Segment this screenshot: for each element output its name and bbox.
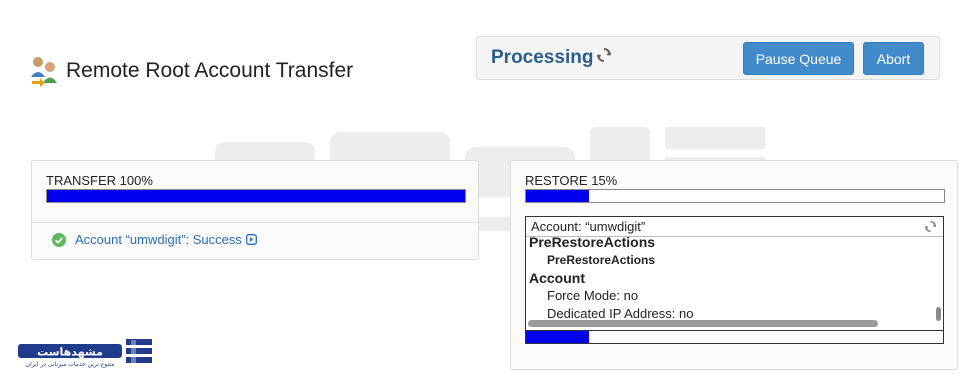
transfer-heading: TRANSFER 100% (46, 173, 153, 188)
log-progress-fill (526, 331, 589, 343)
account-transfer-icon (31, 57, 57, 87)
log-line: PreRestoreActions (547, 253, 656, 267)
page-title: Remote Root Account Transfer (66, 59, 354, 82)
abort-button[interactable]: Abort (863, 42, 924, 75)
transfer-progress-bar (46, 189, 466, 203)
horizontal-scrollbar[interactable] (528, 320, 878, 327)
log-spinner-icon (924, 220, 937, 233)
restore-log-box[interactable]: PreRestoreActions PreRestoreActions Acco… (525, 216, 944, 344)
pause-queue-button[interactable]: Pause Queue (743, 42, 854, 75)
open-details-icon[interactable] (245, 234, 257, 245)
restore-panel: RESTORE 15% PreRestoreActions PreRestore… (510, 160, 958, 370)
svg-text:مشهدهاست: مشهدهاست (37, 346, 103, 359)
transfer-status-link[interactable]: Account “umwdigit”: Success (75, 232, 242, 247)
brand-logo: مشهدهاست متنوع ترین خدمات میزبانی در ایر… (18, 339, 152, 368)
vertical-scrollbar[interactable] (936, 307, 941, 321)
success-check-icon (52, 232, 66, 247)
processing-label: Processing (491, 47, 594, 68)
page-header: Remote Root Account Transfer (30, 55, 353, 87)
restore-progress-fill (526, 190, 589, 202)
log-progress-bar (526, 330, 943, 343)
refresh-spinner-icon (597, 48, 611, 62)
restore-progress-bar (525, 189, 945, 203)
log-line: Force Mode: no (547, 288, 639, 303)
queue-status-panel: Processing Pause Queue Abort (476, 36, 940, 80)
divider (32, 222, 478, 223)
svg-text:متنوع ترین خدمات میزبانی در ای: متنوع ترین خدمات میزبانی در ایران (26, 361, 115, 368)
log-header: Account: “umwdigit” (526, 217, 943, 237)
transfer-progress-fill (47, 190, 465, 202)
transfer-panel: TRANSFER 100% Account “umwdigit”: Succes… (31, 160, 479, 260)
log-line: Account (529, 270, 585, 286)
log-content: PreRestoreActions PreRestoreActions Acco… (529, 233, 933, 323)
transfer-status-row: Account “umwdigit”: Success (52, 232, 257, 247)
restore-heading: RESTORE 15% (525, 173, 618, 188)
log-account-label: Account: “umwdigit” (531, 219, 646, 234)
